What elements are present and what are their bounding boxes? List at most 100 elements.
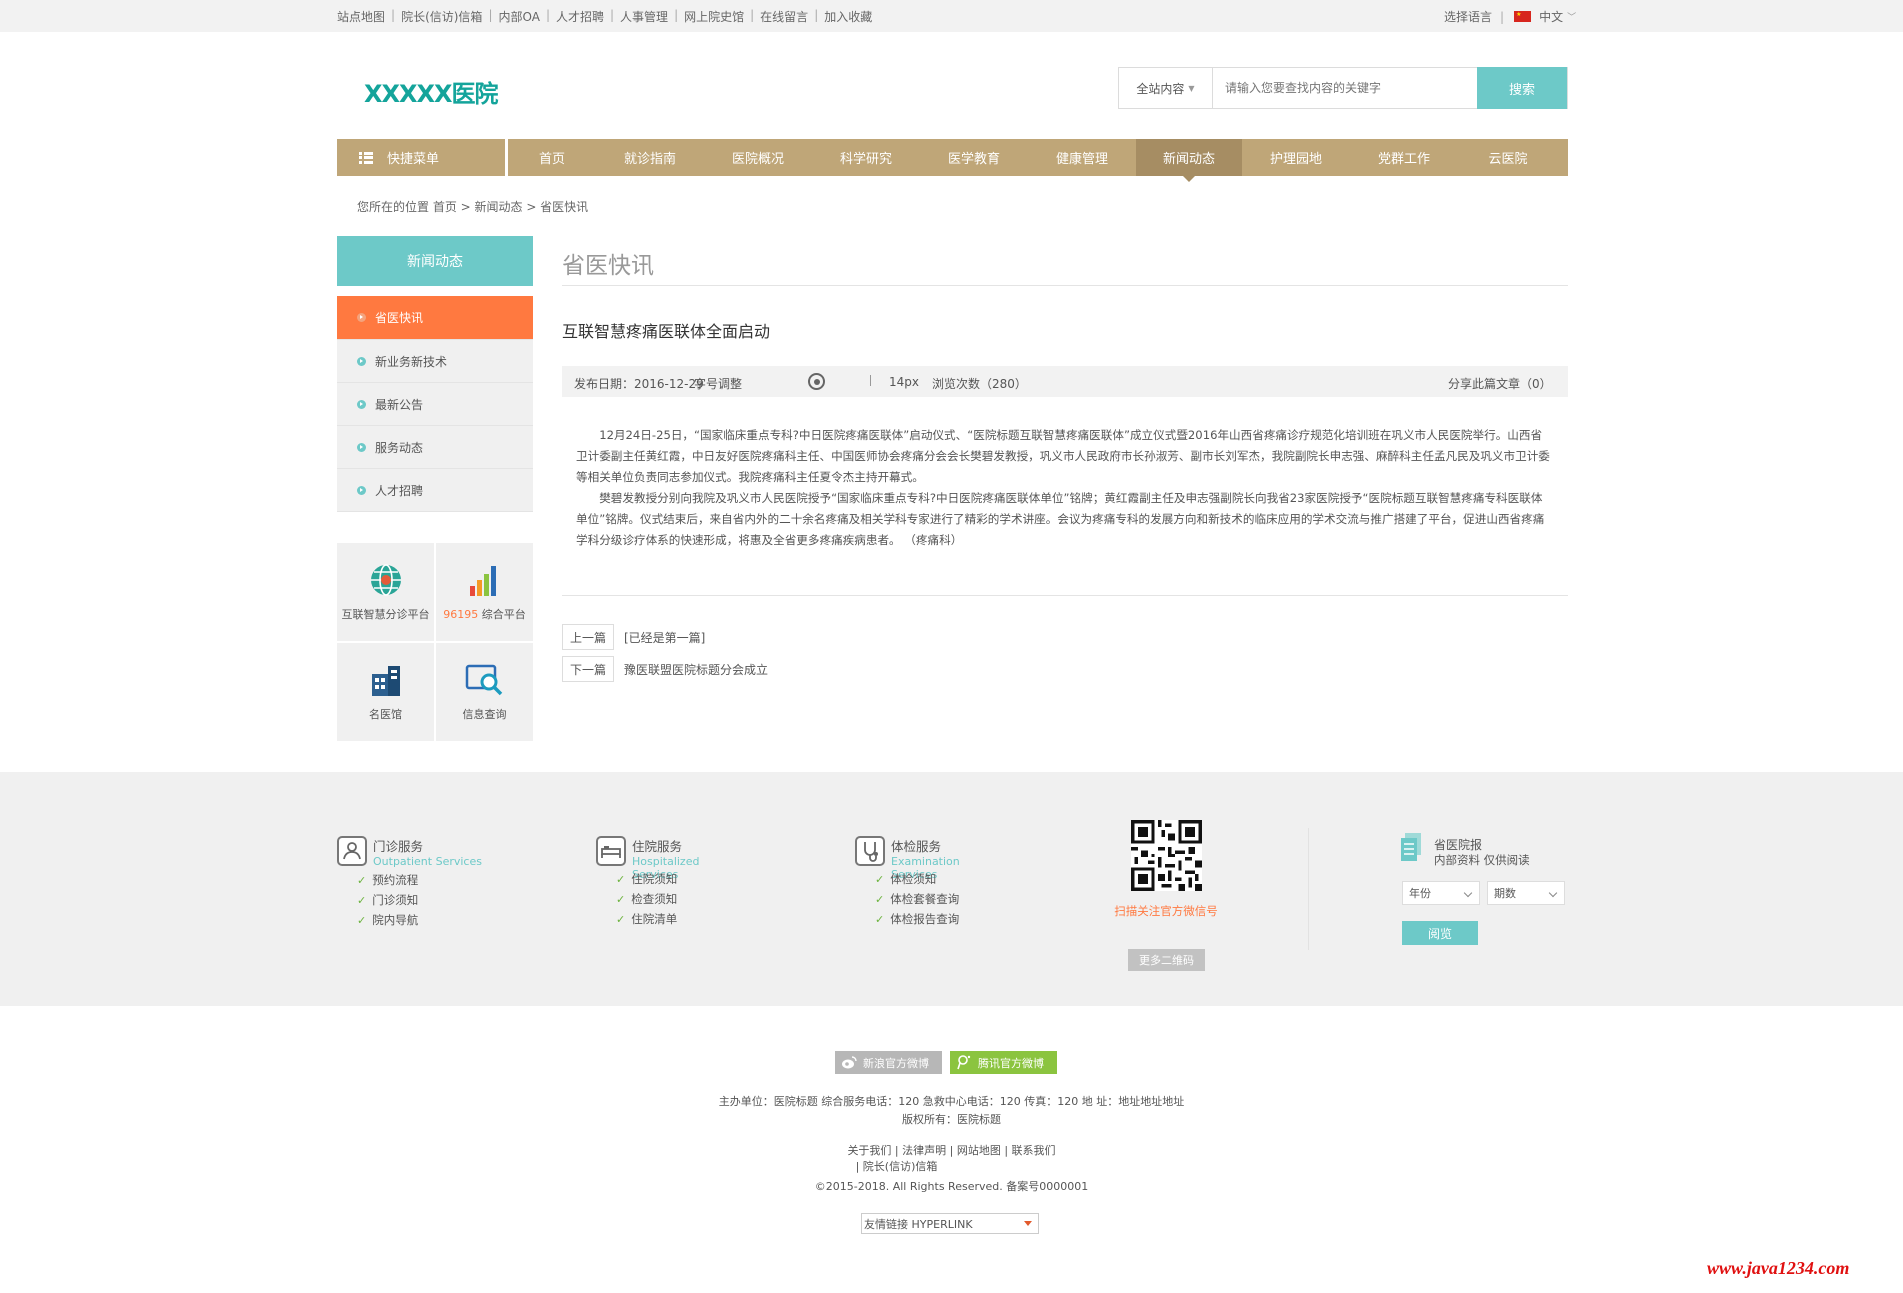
divider — [1308, 828, 1309, 950]
service-link[interactable]: 体检报告查询 — [875, 909, 971, 929]
footer-links-2[interactable]: | 院长(信访)信箱 — [0, 1158, 1848, 1174]
divider — [562, 285, 1568, 286]
service-link[interactable]: 住院清单 — [616, 909, 712, 929]
globe-icon — [370, 564, 401, 596]
list-grid-icon — [359, 151, 373, 164]
building-icon — [371, 666, 400, 696]
newspaper-icon — [1401, 833, 1421, 861]
tile-96195-platform[interactable]: 96195 综合平台 — [436, 543, 533, 641]
friend-links-select[interactable]: 友情链接 HYPERLINK — [861, 1213, 1039, 1234]
prev-article: 上一篇 [已经是第一篇] — [562, 624, 705, 650]
more-qr-button[interactable]: 更多二维码 — [1128, 949, 1205, 971]
year-select[interactable]: 年份 — [1402, 881, 1480, 905]
footer-info: 主办单位：医院标题 综合服务电话：120 急救中心电话：120 传真：120 地… — [718, 1095, 1185, 1108]
sidebar-list: 省医快讯 新业务新技术 最新公告 服务动态 人才招聘 — [337, 296, 533, 512]
sina-weibo-button[interactable]: 新浪官方微博 — [835, 1051, 942, 1074]
section-title: 省医快讯 — [562, 253, 654, 279]
wechat-qr-code — [1131, 820, 1202, 891]
nav-item-education[interactable]: 医学教育 — [920, 139, 1028, 176]
top-link-mailbox[interactable]: 院长(信访)信箱 — [401, 8, 482, 25]
tencent-weibo-button[interactable]: 腾讯官方微博 — [950, 1051, 1057, 1074]
article-title: 互联智慧疼痛医联体全面启动 — [562, 322, 771, 341]
article-paragraph: 12月24日-25日，“国家临床重点专科?中日医院疼痛医联体”启动仪式、“医院标… — [576, 428, 1550, 484]
nav-item-cloud[interactable]: 云医院 — [1458, 139, 1558, 176]
search-button[interactable]: 搜索 — [1477, 67, 1567, 109]
prev-label: 上一篇 — [562, 624, 614, 650]
chevron-down-icon: ▼ — [1188, 83, 1195, 93]
magnifier-icon — [465, 664, 502, 696]
bed-icon — [596, 836, 626, 866]
qr-caption: 扫描关注官方微信号 — [1114, 904, 1218, 918]
nav-item-nursing[interactable]: 护理园地 — [1242, 139, 1350, 176]
search-scope-select[interactable]: 全站内容 ▼ — [1119, 68, 1213, 108]
top-link-sitemap[interactable]: 站点地图 — [337, 8, 385, 25]
arrow-bullet-icon — [357, 313, 366, 322]
share-article[interactable]: 分享此篇文章（0） — [1448, 375, 1552, 392]
service-title[interactable]: 体检服务 — [891, 836, 971, 855]
article-body: 12月24日-25日，“国家临床重点专科?中日医院疼痛医联体”启动仪式、“医院标… — [576, 425, 1553, 551]
sidebar-item-province-news[interactable]: 省医快讯 — [337, 296, 533, 340]
quick-menu-button[interactable]: 快捷菜单 — [337, 139, 505, 176]
tile-info-query[interactable]: 信息查询 — [436, 643, 533, 741]
tile-famous-doctors[interactable]: 名医馆 — [337, 643, 434, 741]
sidebar-tiles: 互联智慧分诊平台 96195 综合平台 名医馆 信息查询 — [337, 543, 533, 741]
publish-date: 发布日期：2016-12-29 — [574, 377, 704, 391]
footer-links[interactable]: 关于我们 | 法律声明 | 网站地图 | 联系我们 — [0, 1142, 1903, 1158]
sidebar-item-service-news[interactable]: 服务动态 — [337, 426, 533, 469]
top-link-hr[interactable]: 人事管理 — [620, 8, 668, 25]
sidebar-heading: 新闻动态 — [337, 236, 533, 286]
font-adjust-label: 字号调整 — [694, 377, 743, 391]
nav-item-guide[interactable]: 就诊指南 — [596, 139, 704, 176]
language-value[interactable]: 中文 — [1539, 8, 1563, 25]
arrow-bullet-icon — [357, 485, 366, 495]
top-link-favorite[interactable]: 加入收藏 — [824, 8, 872, 25]
footer-copyright-owner: 版权所有：医院标题 — [902, 1113, 1001, 1126]
service-title[interactable]: 住院服务 — [632, 836, 712, 855]
nav-item-home[interactable]: 首页 — [508, 139, 596, 176]
language-switcher[interactable]: 选择语言 | 中文 ﹀ — [1444, 8, 1576, 25]
nav-item-research[interactable]: 科学研究 — [812, 139, 920, 176]
service-link[interactable]: 预约流程 — [357, 870, 482, 890]
sidebar-item-announcements[interactable]: 最新公告 — [337, 383, 533, 426]
top-link-message[interactable]: 在线留言 — [760, 8, 808, 25]
article-meta-bar: 发布日期：2016-12-29 字号调整 14px 浏览次数（280） 分享此篇… — [562, 366, 1568, 397]
arrow-bullet-icon — [357, 442, 366, 452]
top-link-history[interactable]: 网上院史馆 — [684, 8, 744, 25]
sidebar-item-new-tech[interactable]: 新业务新技术 — [337, 340, 533, 383]
service-title[interactable]: 门诊服务 — [373, 836, 482, 855]
next-article-link[interactable]: 豫医联盟医院标题分会成立 — [624, 661, 768, 678]
footer-copyright: ©2015-2018. All Rights Reserved. 备案号0000… — [814, 1180, 1089, 1193]
top-bar: 站点地图 | 院长(信访)信箱 | 内部OA | 人才招聘 | 人事管理 | 网上院史馆 |… — [0, 0, 1903, 32]
hospital-logo[interactable]: XXXXX医院 — [364, 74, 499, 109]
service-link[interactable]: 体检套餐查询 — [875, 889, 971, 909]
service-link[interactable]: 检查须知 — [616, 889, 712, 909]
nav-item-overview[interactable]: 医院概况 — [704, 139, 812, 176]
divider — [562, 595, 1568, 596]
prev-article-link[interactable]: [已经是第一篇] — [624, 629, 705, 646]
service-link[interactable]: 院内导航 — [357, 910, 482, 930]
divider — [870, 375, 871, 386]
main-nav: 首页 就诊指南 医院概况 科学研究 医学教育 健康管理 新闻动态 护理园地 党群… — [508, 139, 1568, 182]
nav-item-party[interactable]: 党群工作 — [1350, 139, 1458, 176]
font-size-slider-icon[interactable] — [808, 373, 825, 390]
service-inpatient: 住院服务 Hospitalized Services 住院须知 检查须知 住院清… — [596, 836, 712, 929]
tencent-weibo-icon — [957, 1055, 971, 1070]
paper-title: 省医院报 — [1434, 838, 1483, 852]
read-button[interactable]: 阅览 — [1402, 921, 1478, 945]
nav-item-health[interactable]: 健康管理 — [1028, 139, 1136, 176]
font-size-value: 14px — [889, 375, 919, 389]
breadcrumb[interactable]: 您所在的位置 首页 > 新闻动态 > 省医快讯 — [357, 198, 588, 215]
top-link-recruit[interactable]: 人才招聘 — [556, 8, 604, 25]
watermark: www.java1234.com — [1707, 1258, 1850, 1278]
service-link[interactable]: 门诊须知 — [357, 890, 482, 910]
top-link-oa[interactable]: 内部OA — [498, 8, 539, 25]
weibo-icon — [842, 1056, 857, 1069]
sidebar-item-recruit[interactable]: 人才招聘 — [337, 469, 533, 512]
outpatient-icon — [337, 836, 367, 866]
tile-triage-platform[interactable]: 互联智慧分诊平台 — [337, 543, 434, 641]
next-label: 下一篇 — [562, 656, 614, 682]
arrow-bullet-icon — [357, 399, 366, 409]
nav-item-news[interactable]: 新闻动态 — [1136, 139, 1242, 182]
arrow-bullet-icon — [357, 356, 366, 366]
issue-select[interactable]: 期数 — [1487, 881, 1565, 905]
